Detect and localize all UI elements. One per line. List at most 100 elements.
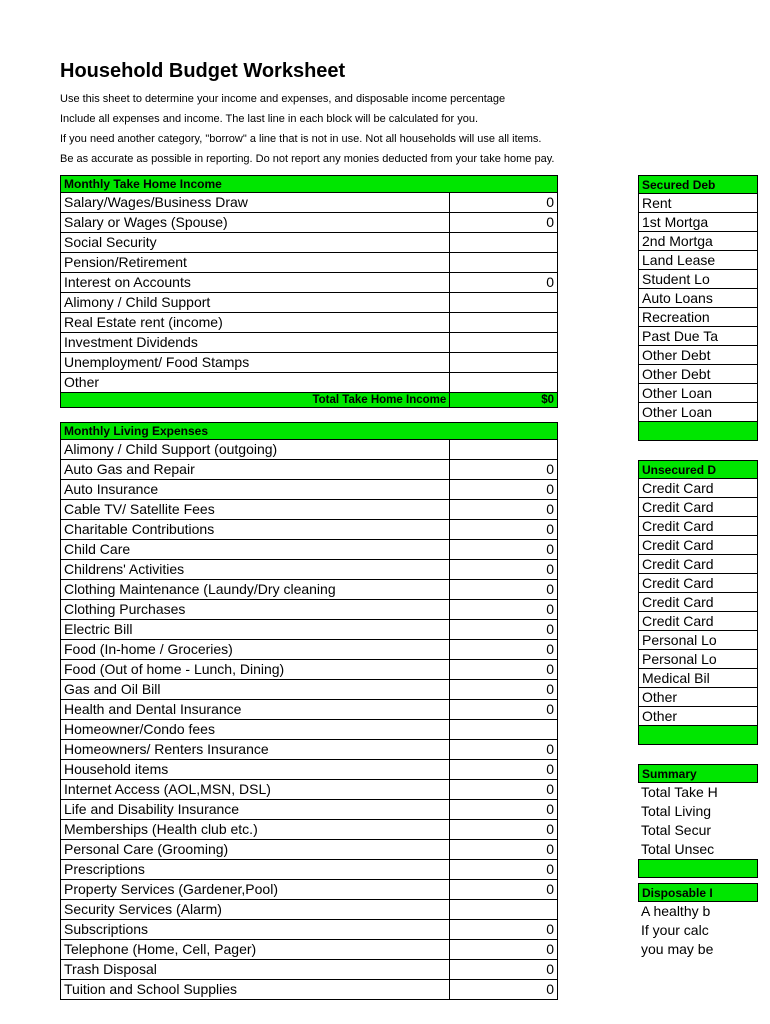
expense-value[interactable]: 0 [450,500,558,520]
secured-row: Other Debt [638,346,758,365]
income-value[interactable]: 0 [450,193,558,213]
expense-value[interactable]: 0 [450,760,558,780]
intro-line: Include all expenses and income. The las… [60,113,770,125]
unsecured-row: Credit Card [638,612,758,631]
expense-label: Personal Care (Grooming) [61,840,450,860]
expense-row: Child Care0 [61,540,558,560]
income-label: Unemployment/ Food Stamps [61,353,450,373]
expense-label: Life and Disability Insurance [61,800,450,820]
intro-block: Use this sheet to determine your income … [60,93,770,165]
expense-row: Life and Disability Insurance0 [61,800,558,820]
expense-row: Subscriptions0 [61,920,558,940]
secured-row: 1st Mortga [638,213,758,232]
summary-header: Summary [638,764,758,783]
intro-line: Be as accurate as possible in reporting.… [60,153,770,165]
income-row: Real Estate rent (income) [61,313,558,333]
income-value[interactable] [450,333,558,353]
expense-label: Electric Bill [61,620,450,640]
income-value[interactable] [450,253,558,273]
secured-row: Other Debt [638,365,758,384]
income-header: Monthly Take Home Income [61,176,558,193]
expense-value[interactable]: 0 [450,860,558,880]
disposable-header: Disposable I [638,883,758,902]
expense-label: Alimony / Child Support (outgoing) [61,440,450,460]
secured-row: Rent [638,194,758,213]
expense-label: Internet Access (AOL,MSN, DSL) [61,780,450,800]
income-value[interactable] [450,233,558,253]
income-label: Salary/Wages/Business Draw [61,193,450,213]
expense-label: Household items [61,760,450,780]
expense-value[interactable]: 0 [450,960,558,980]
expense-value[interactable] [450,900,558,920]
income-row: Salary/Wages/Business Draw0 [61,193,558,213]
unsecured-row: Personal Lo [638,650,758,669]
expense-value[interactable]: 0 [450,540,558,560]
expense-label: Tuition and School Supplies [61,980,450,1000]
expense-value[interactable]: 0 [450,880,558,900]
expense-row: Cable TV/ Satellite Fees0 [61,500,558,520]
income-row: Social Security [61,233,558,253]
expense-value[interactable]: 0 [450,520,558,540]
income-value[interactable] [450,373,558,393]
expense-value[interactable]: 0 [450,780,558,800]
expense-label: Gas and Oil Bill [61,680,450,700]
expense-label: Subscriptions [61,920,450,940]
summary-row: Total Secur [638,821,758,840]
disposable-row: A healthy b [638,902,758,921]
expense-value[interactable]: 0 [450,800,558,820]
expense-row: Homeowners/ Renters Insurance0 [61,740,558,760]
unsecured-row: Personal Lo [638,631,758,650]
intro-line: Use this sheet to determine your income … [60,93,770,105]
secured-row: Other Loan [638,403,758,422]
expenses-table: Monthly Living Expenses Alimony / Child … [60,422,558,1000]
secured-row: Land Lease [638,251,758,270]
unsecured-row: Credit Card [638,574,758,593]
expense-value[interactable]: 0 [450,600,558,620]
expense-value[interactable]: 0 [450,480,558,500]
income-row: Investment Dividends [61,333,558,353]
expense-label: Memberships (Health club etc.) [61,820,450,840]
expense-label: Charitable Contributions [61,520,450,540]
secured-row: Recreation [638,308,758,327]
expense-value[interactable] [450,720,558,740]
expense-value[interactable] [450,440,558,460]
income-value[interactable] [450,353,558,373]
expense-value[interactable]: 0 [450,940,558,960]
income-label: Other [61,373,450,393]
expenses-header: Monthly Living Expenses [61,423,558,440]
expense-row: Auto Gas and Repair0 [61,460,558,480]
income-value[interactable]: 0 [450,213,558,233]
income-row: Salary or Wages (Spouse)0 [61,213,558,233]
page-title: Household Budget Worksheet [60,60,770,83]
expense-value[interactable]: 0 [450,840,558,860]
left-column: Monthly Take Home Income Salary/Wages/Bu… [60,175,558,1014]
expense-row: Household items0 [61,760,558,780]
income-row: Unemployment/ Food Stamps [61,353,558,373]
secured-row: 2nd Mortga [638,232,758,251]
expense-row: Food (In-home / Groceries)0 [61,640,558,660]
expense-value[interactable]: 0 [450,640,558,660]
expense-value[interactable]: 0 [450,660,558,680]
expense-row: Alimony / Child Support (outgoing) [61,440,558,460]
expense-row: Health and Dental Insurance0 [61,700,558,720]
expense-value[interactable]: 0 [450,460,558,480]
income-total-value: $0 [450,393,558,408]
income-value[interactable] [450,293,558,313]
expense-value[interactable]: 0 [450,920,558,940]
expense-row: Electric Bill0 [61,620,558,640]
expense-value[interactable]: 0 [450,680,558,700]
expense-value[interactable]: 0 [450,740,558,760]
expense-label: Trash Disposal [61,960,450,980]
unsecured-total-bar [638,726,758,745]
unsecured-row: Credit Card [638,536,758,555]
income-value[interactable] [450,313,558,333]
expense-value[interactable]: 0 [450,980,558,1000]
expense-value[interactable]: 0 [450,620,558,640]
income-value[interactable]: 0 [450,273,558,293]
expense-value[interactable]: 0 [450,560,558,580]
expense-value[interactable]: 0 [450,700,558,720]
expense-value[interactable]: 0 [450,820,558,840]
expense-value[interactable]: 0 [450,580,558,600]
expense-label: Food (In-home / Groceries) [61,640,450,660]
expense-label: Clothing Purchases [61,600,450,620]
